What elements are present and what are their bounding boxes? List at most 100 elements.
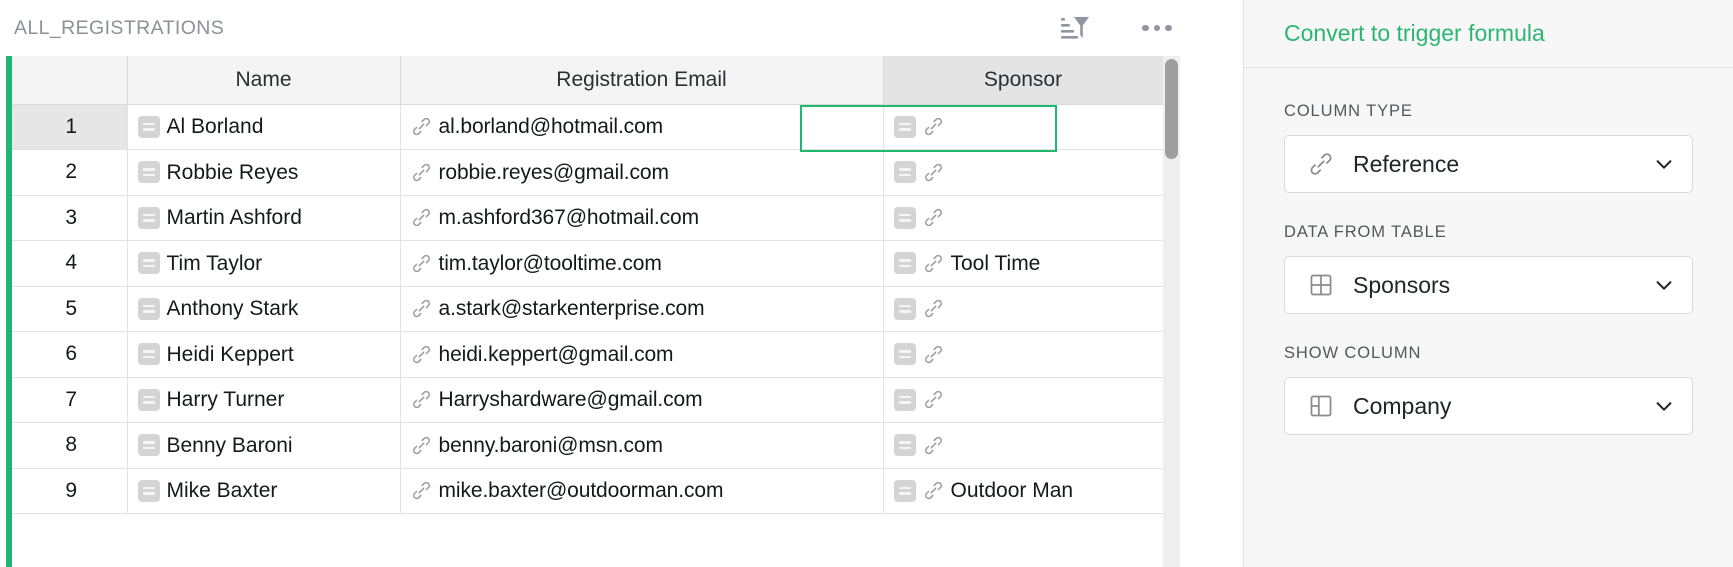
app-root: ALL_REGISTRATIONS Name Registration Emai…	[0, 0, 1733, 567]
table-row[interactable]: 8 Benny Baroni benny.baroni@msn.com	[6, 422, 1163, 469]
cell-sponsor[interactable]	[883, 377, 1163, 423]
table-grid-icon	[1307, 271, 1335, 299]
sort-filter-icon	[1061, 17, 1089, 39]
table-row[interactable]: 7 Harry Turner Harryshardware@gmail.com	[6, 377, 1163, 423]
link-icon	[923, 116, 944, 137]
table-header-row: Name Registration Email Sponsor	[6, 56, 1163, 105]
grid-wrapper: Name Registration Email Sponsor 1 Al Bor	[0, 56, 1244, 567]
cell-email[interactable]: al.borland@hotmail.com	[400, 104, 884, 150]
cell-sponsor[interactable]	[883, 104, 1163, 150]
more-options-button[interactable]	[1140, 13, 1174, 43]
cell-name[interactable]: Robbie Reyes	[127, 149, 401, 196]
cell-name[interactable]: Harry Turner	[127, 377, 401, 423]
cell-name[interactable]: Martin Ashford	[127, 195, 401, 241]
table-row[interactable]: 1 Al Borland al.borland@hotmail.com	[6, 104, 1163, 150]
cell-sponsor[interactable]: Outdoor Man	[883, 468, 1163, 514]
column-header-rownum[interactable]	[6, 56, 128, 105]
cell-email[interactable]: mike.baxter@outdoorman.com	[400, 468, 884, 514]
record-badge-icon	[893, 252, 916, 275]
cell-name[interactable]: Anthony Stark	[127, 286, 401, 332]
cell-name-text: Martin Ashford	[166, 206, 302, 230]
link-icon	[923, 253, 944, 274]
column-header-name[interactable]: Name	[127, 56, 401, 105]
chevron-down-icon	[1652, 152, 1676, 176]
data-grid[interactable]: Name Registration Email Sponsor 1 Al Bor	[6, 56, 1163, 567]
cell-email[interactable]: benny.baroni@msn.com	[400, 422, 884, 469]
table-header-bar: ALL_REGISTRATIONS	[0, 0, 1244, 56]
column-icon	[1307, 392, 1335, 420]
cell-email[interactable]: robbie.reyes@gmail.com	[400, 149, 884, 196]
table-row[interactable]: 9 Mike Baxter mike.baxter@outdoorman.com…	[6, 468, 1163, 514]
cell-name[interactable]: Tim Taylor	[127, 240, 401, 287]
table-pane: ALL_REGISTRATIONS Name Registration Emai…	[0, 0, 1244, 567]
table-row[interactable]: 3 Martin Ashford m.ashford367@hotmail.co…	[6, 195, 1163, 241]
inspector-body: COLUMN TYPE Reference DATA FROM TABLE Sp…	[1244, 102, 1733, 435]
cell-sponsor[interactable]	[883, 331, 1163, 378]
cell-email-text: mike.baxter@outdoorman.com	[438, 479, 724, 503]
table-row[interactable]: 5 Anthony Stark a.stark@starkenterprise.…	[6, 286, 1163, 332]
cell-sponsor[interactable]: Tool Time	[883, 240, 1163, 287]
column-inspector-panel: Convert to trigger formula COLUMN TYPE R…	[1244, 0, 1733, 567]
show-column-select[interactable]: Company	[1284, 377, 1693, 435]
record-badge-icon	[137, 115, 160, 138]
cell-name-text: Benny Baroni	[166, 433, 293, 457]
link-icon	[411, 253, 432, 274]
row-number: 4	[6, 240, 128, 287]
link-icon	[923, 162, 944, 183]
record-badge-icon	[137, 161, 160, 184]
cell-name-text: Robbie Reyes	[166, 160, 299, 184]
cell-email[interactable]: a.stark@starkenterprise.com	[400, 286, 884, 332]
cell-email[interactable]: tim.taylor@tooltime.com	[400, 240, 884, 287]
grid-scrollbar-thumb[interactable]	[1165, 59, 1178, 159]
column-header-sponsor[interactable]: Sponsor	[883, 56, 1163, 105]
link-icon	[923, 389, 944, 410]
convert-to-trigger-formula-link[interactable]: Convert to trigger formula	[1284, 20, 1545, 47]
chevron-down-icon	[1652, 273, 1676, 297]
data-from-table-select[interactable]: Sponsors	[1284, 256, 1693, 314]
cell-sponsor[interactable]	[883, 195, 1163, 241]
record-badge-icon	[893, 434, 916, 457]
cell-name[interactable]: Benny Baroni	[127, 422, 401, 469]
grid-vertical-scrollbar[interactable]	[1163, 56, 1180, 567]
record-badge-icon	[893, 297, 916, 320]
row-number: 7	[6, 377, 128, 423]
link-icon	[923, 480, 944, 501]
table-row[interactable]: 4 Tim Taylor tim.taylor@tooltime.com Too…	[6, 240, 1163, 287]
cell-name[interactable]: Heidi Keppert	[127, 331, 401, 378]
row-number: 3	[6, 195, 128, 241]
row-number: 5	[6, 286, 128, 332]
link-icon	[411, 435, 432, 456]
link-icon	[1307, 150, 1335, 178]
column-type-value: Reference	[1353, 150, 1460, 177]
cell-name[interactable]: Al Borland	[127, 104, 401, 150]
cell-sponsor[interactable]	[883, 286, 1163, 332]
column-header-email[interactable]: Registration Email	[400, 56, 884, 105]
cell-email-text: Harryshardware@gmail.com	[438, 388, 703, 412]
link-icon	[923, 344, 944, 365]
cell-sponsor[interactable]	[883, 149, 1163, 196]
record-badge-icon	[893, 479, 916, 502]
chevron-down-icon	[1652, 394, 1676, 418]
data-from-table-value: Sponsors	[1353, 271, 1451, 298]
link-icon	[923, 207, 944, 228]
sort-filter-button[interactable]	[1058, 13, 1092, 43]
link-icon	[411, 344, 432, 365]
cell-email[interactable]: heidi.keppert@gmail.com	[400, 331, 884, 378]
row-number: 2	[6, 149, 128, 196]
cell-email[interactable]: m.ashford367@hotmail.com	[400, 195, 884, 241]
cell-name[interactable]: Mike Baxter	[127, 468, 401, 514]
record-badge-icon	[893, 388, 916, 411]
table-row[interactable]: 6 Heidi Keppert heidi.keppert@gmail.com	[6, 331, 1163, 378]
label-column-type: COLUMN TYPE	[1284, 102, 1413, 120]
column-type-select[interactable]: Reference	[1284, 135, 1693, 193]
link-icon	[923, 298, 944, 319]
cell-name-text: Tim Taylor	[166, 251, 263, 275]
cell-email[interactable]: Harryshardware@gmail.com	[400, 377, 884, 423]
cell-sponsor[interactable]	[883, 422, 1163, 469]
label-show-column: SHOW COLUMN	[1284, 344, 1422, 362]
record-badge-icon	[137, 206, 160, 229]
record-badge-icon	[137, 434, 160, 457]
table-row[interactable]: 2 Robbie Reyes robbie.reyes@gmail.com	[6, 149, 1163, 196]
record-badge-icon	[137, 388, 160, 411]
link-icon	[411, 480, 432, 501]
